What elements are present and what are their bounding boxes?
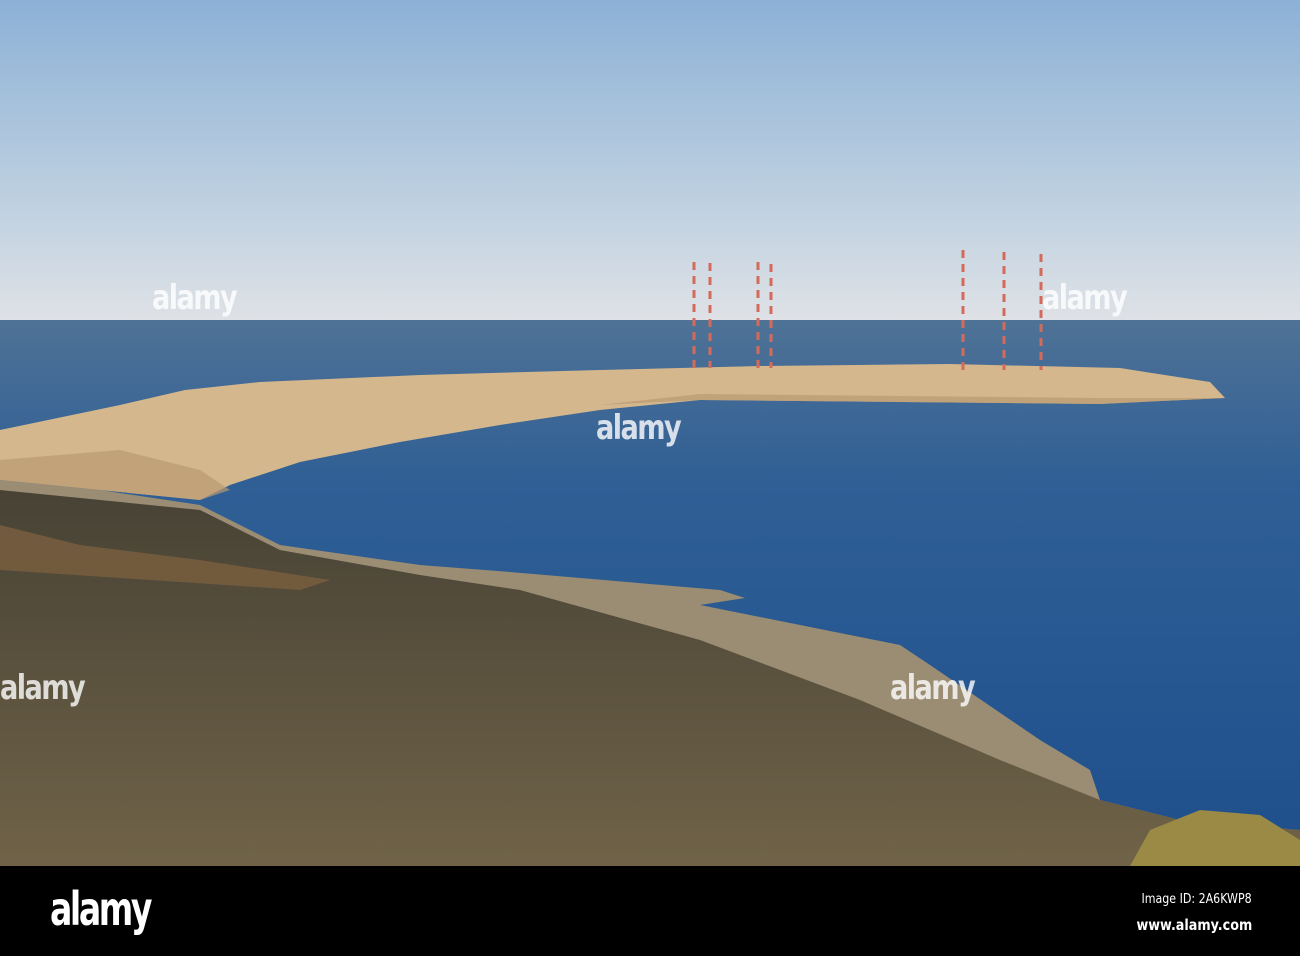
watermark: alamy <box>890 668 976 708</box>
watermark: alamy <box>596 408 682 448</box>
alamy-logo: alamy <box>50 882 153 936</box>
photo: alamy alamy alamy alamy alamy alamy Imag… <box>0 0 1300 956</box>
watermark: alamy <box>152 278 238 318</box>
website-link[interactable]: www.alamy.com <box>1136 916 1252 934</box>
watermark: alamy <box>0 668 86 708</box>
footer-bar: alamy Image ID: 2A6KWP8 www.alamy.com <box>0 866 1300 956</box>
image-id: Image ID: 2A6KWP8 <box>1141 892 1252 907</box>
sky <box>0 0 1300 322</box>
watermark: alamy <box>1042 278 1128 318</box>
